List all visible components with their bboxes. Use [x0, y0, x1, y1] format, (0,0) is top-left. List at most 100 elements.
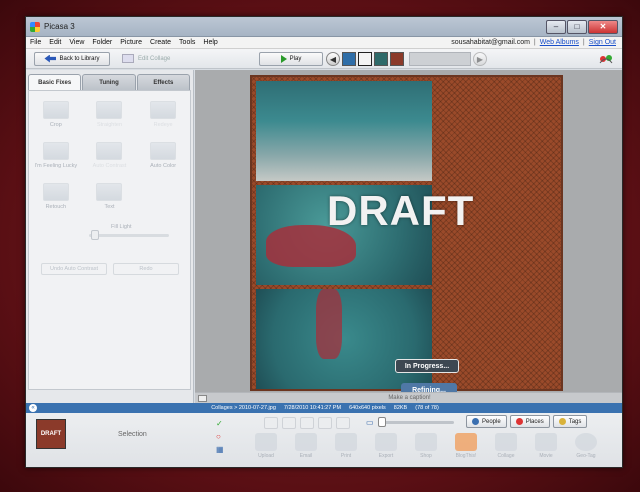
menu-folder[interactable]: Folder — [92, 39, 112, 46]
contrast-icon — [96, 142, 123, 160]
clear-icon[interactable]: ○ — [216, 432, 224, 441]
menu-help[interactable]: Help — [203, 39, 217, 46]
tool-label: Crop — [49, 122, 62, 128]
hold-icon[interactable]: ✓ — [216, 419, 224, 428]
menu-create[interactable]: Create — [150, 39, 171, 46]
caption-icon[interactable] — [198, 394, 207, 402]
slider-knob[interactable] — [91, 230, 99, 240]
close-button[interactable]: ✕ — [588, 19, 618, 34]
undo-button[interactable]: Undo Auto Contrast — [41, 263, 107, 275]
tool-label: Auto Color — [150, 163, 177, 169]
tray-mini-tools — [264, 417, 350, 429]
email-action[interactable]: Email — [288, 433, 324, 459]
fill-light-slider[interactable] — [89, 230, 169, 240]
tool-label: I'm Feeling Lucky — [34, 163, 78, 169]
menu-file[interactable]: File — [30, 39, 41, 46]
title-bar[interactable]: Picasa 3 – □ ✕ — [26, 17, 622, 37]
auto-color-tool[interactable]: Auto Color — [140, 142, 186, 169]
play-icon — [280, 54, 287, 63]
rotate-left-icon[interactable] — [282, 417, 296, 429]
status-bar: « Collages > 2010-07-27.jpg 7/28/2010 10… — [26, 403, 622, 413]
collage-action[interactable]: Collage — [488, 433, 524, 459]
shop-action[interactable]: Shop — [408, 433, 444, 459]
filmstrip-thumb[interactable] — [342, 52, 356, 66]
people-button[interactable]: People — [466, 415, 507, 428]
swimmer-figure — [316, 289, 342, 359]
photo-panel-bottom — [256, 289, 432, 389]
back-label: Back to Library — [59, 55, 100, 62]
places-button[interactable]: Places — [509, 415, 550, 428]
action-label: Print — [340, 453, 352, 459]
status-dimensions: 640x640 pixels — [349, 405, 386, 411]
maximize-button[interactable]: □ — [567, 19, 587, 34]
next-photo-button[interactable]: ▶ — [473, 52, 487, 66]
tags-button[interactable]: Tags — [552, 415, 588, 428]
filmstrip-empty — [409, 52, 471, 66]
tab-effects[interactable]: Effects — [136, 74, 190, 90]
menu-tools[interactable]: Tools — [179, 39, 195, 46]
movie-action[interactable]: Movie — [528, 433, 564, 459]
collapse-icon[interactable]: « — [29, 404, 37, 412]
web-albums-link[interactable]: Web Albums — [540, 39, 579, 46]
export-action[interactable]: Export — [368, 433, 404, 459]
play-button[interactable]: Play — [259, 51, 323, 66]
tab-basic-fixes[interactable]: Basic Fixes — [28, 74, 82, 90]
edit-collage-button[interactable]: Edit Collage — [122, 54, 170, 63]
tray-side-icons: ✓ ○ ▦ — [216, 419, 224, 454]
star-icon[interactable] — [264, 417, 278, 429]
caption-bar[interactable]: Make a caption! — [195, 392, 622, 403]
menu-bar: File Edit View Folder Picture Create Too… — [26, 37, 622, 49]
tray-actions: Upload Email Print Export Shop BlogThis!… — [248, 433, 604, 459]
tray-thumbnail[interactable]: DRAFT — [36, 419, 66, 449]
straighten-tool[interactable]: Straighten — [86, 101, 132, 128]
action-label: Upload — [258, 453, 274, 459]
redeye-icon — [150, 101, 177, 119]
size-knob[interactable] — [377, 417, 386, 427]
menu-view[interactable]: View — [69, 39, 84, 46]
back-to-library-button[interactable]: Back to Library — [34, 51, 110, 66]
rotate-right-icon[interactable] — [300, 417, 314, 429]
email-icon — [295, 433, 317, 451]
action-label: Collage — [497, 453, 515, 459]
action-label: Shop — [420, 453, 432, 459]
window-title: Picasa 3 — [44, 22, 75, 31]
image-size-icon: ▭ — [366, 418, 374, 427]
tool-label: Redeye — [153, 122, 173, 128]
auto-contrast-tool[interactable]: Auto Contrast — [86, 142, 132, 169]
in-progress-badge: In Progress... — [395, 359, 459, 373]
redeye-tool[interactable]: Redeye — [140, 101, 186, 128]
menu-picture[interactable]: Picture — [120, 39, 142, 46]
blogthis-action[interactable]: BlogThis! — [448, 433, 484, 459]
text-tool[interactable]: Text — [86, 183, 132, 210]
feeling-lucky-tool[interactable]: I'm Feeling Lucky — [33, 142, 79, 169]
crop-icon — [42, 101, 69, 119]
retouch-tool[interactable]: Retouch — [33, 183, 79, 210]
redo-button[interactable]: Redo — [113, 263, 179, 275]
undo-redo-buttons: Undo Auto Contrast Redo — [41, 263, 190, 275]
print-icon[interactable] — [318, 417, 332, 429]
zoom-icon[interactable] — [336, 417, 350, 429]
thumbnail-size-slider[interactable]: ▭ — [366, 417, 454, 427]
tab-tuning[interactable]: Tuning — [82, 74, 136, 90]
sign-out-link[interactable]: Sign Out — [589, 39, 616, 46]
size-track[interactable] — [377, 417, 454, 427]
minimize-button[interactable]: – — [546, 19, 566, 34]
add-to-album-icon[interactable]: ▦ — [216, 445, 224, 454]
print-action[interactable]: Print — [328, 433, 364, 459]
thumbnail-strip — [342, 52, 404, 66]
crop-tool[interactable]: Crop — [33, 101, 79, 128]
action-label: Geo-Tag — [576, 453, 596, 459]
menu-edit[interactable]: Edit — [49, 39, 61, 46]
status-position: (78 of 78) — [415, 405, 439, 411]
filmstrip-thumb[interactable] — [358, 52, 372, 66]
filmstrip-thumb-selected[interactable] — [390, 52, 404, 66]
collage-photo[interactable]: DRAFT — [250, 75, 563, 391]
previous-photo-button[interactable]: ◀ — [326, 52, 340, 66]
share-icon[interactable] — [598, 53, 614, 65]
separator: | — [533, 39, 536, 46]
filmstrip-thumb[interactable] — [374, 52, 388, 66]
people-icon — [472, 418, 479, 425]
fill-light-control: Fill Light — [89, 224, 190, 240]
geotag-action[interactable]: Geo-Tag — [568, 433, 604, 459]
upload-action[interactable]: Upload — [248, 433, 284, 459]
